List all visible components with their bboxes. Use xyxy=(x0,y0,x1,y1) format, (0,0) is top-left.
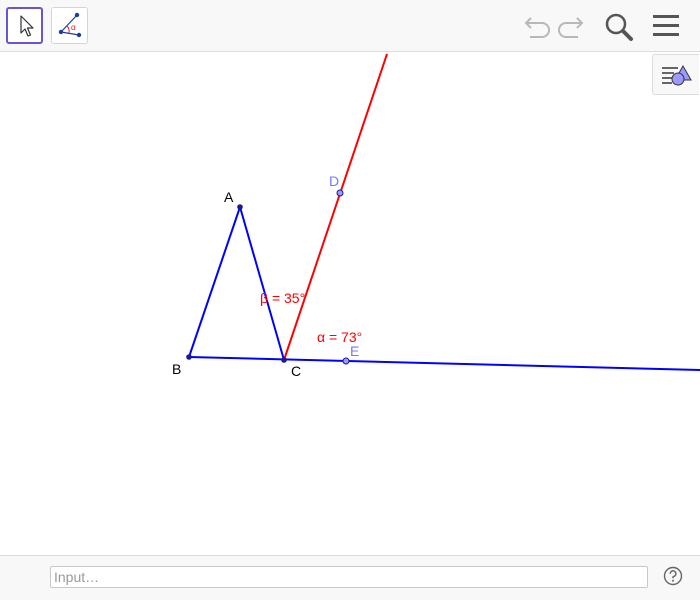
point-d-label: D xyxy=(329,173,339,189)
search-icon[interactable] xyxy=(602,10,636,44)
graphics-view[interactable]: A B C D E β = 35° α = 73° xyxy=(0,53,700,555)
segment-ab[interactable] xyxy=(188,206,241,358)
toolbar: α xyxy=(0,0,700,52)
point-e-label: E xyxy=(350,343,359,359)
point-c-label: C xyxy=(291,363,301,379)
angle-tool-icon: α xyxy=(58,12,82,38)
angle-tool-glyph: α xyxy=(71,23,76,32)
ray-cd[interactable] xyxy=(283,53,388,361)
line-bc[interactable] xyxy=(188,356,700,371)
style-bar-toggle-icon xyxy=(662,64,692,86)
angle-beta-label: β = 35° xyxy=(260,290,305,306)
point-a[interactable] xyxy=(237,204,243,210)
segment-ac[interactable] xyxy=(239,206,285,361)
angle-tool-button[interactable]: α xyxy=(51,7,88,44)
input-bar xyxy=(0,555,700,600)
point-b[interactable] xyxy=(186,354,192,360)
undo-icon[interactable] xyxy=(518,10,552,42)
style-bar-toggle-button[interactable] xyxy=(652,54,699,95)
point-b-label: B xyxy=(172,361,181,377)
redo-icon[interactable] xyxy=(556,10,590,42)
input-field[interactable] xyxy=(50,566,648,588)
point-d[interactable] xyxy=(336,189,344,197)
point-a-label: A xyxy=(224,189,234,205)
menu-icon[interactable] xyxy=(650,10,684,44)
angle-alpha-label: α = 73° xyxy=(317,329,362,345)
move-arrow-icon xyxy=(20,15,34,37)
help-icon[interactable] xyxy=(663,566,683,586)
move-tool-button[interactable] xyxy=(6,7,43,44)
point-c[interactable] xyxy=(281,357,287,363)
point-e[interactable] xyxy=(342,357,350,365)
